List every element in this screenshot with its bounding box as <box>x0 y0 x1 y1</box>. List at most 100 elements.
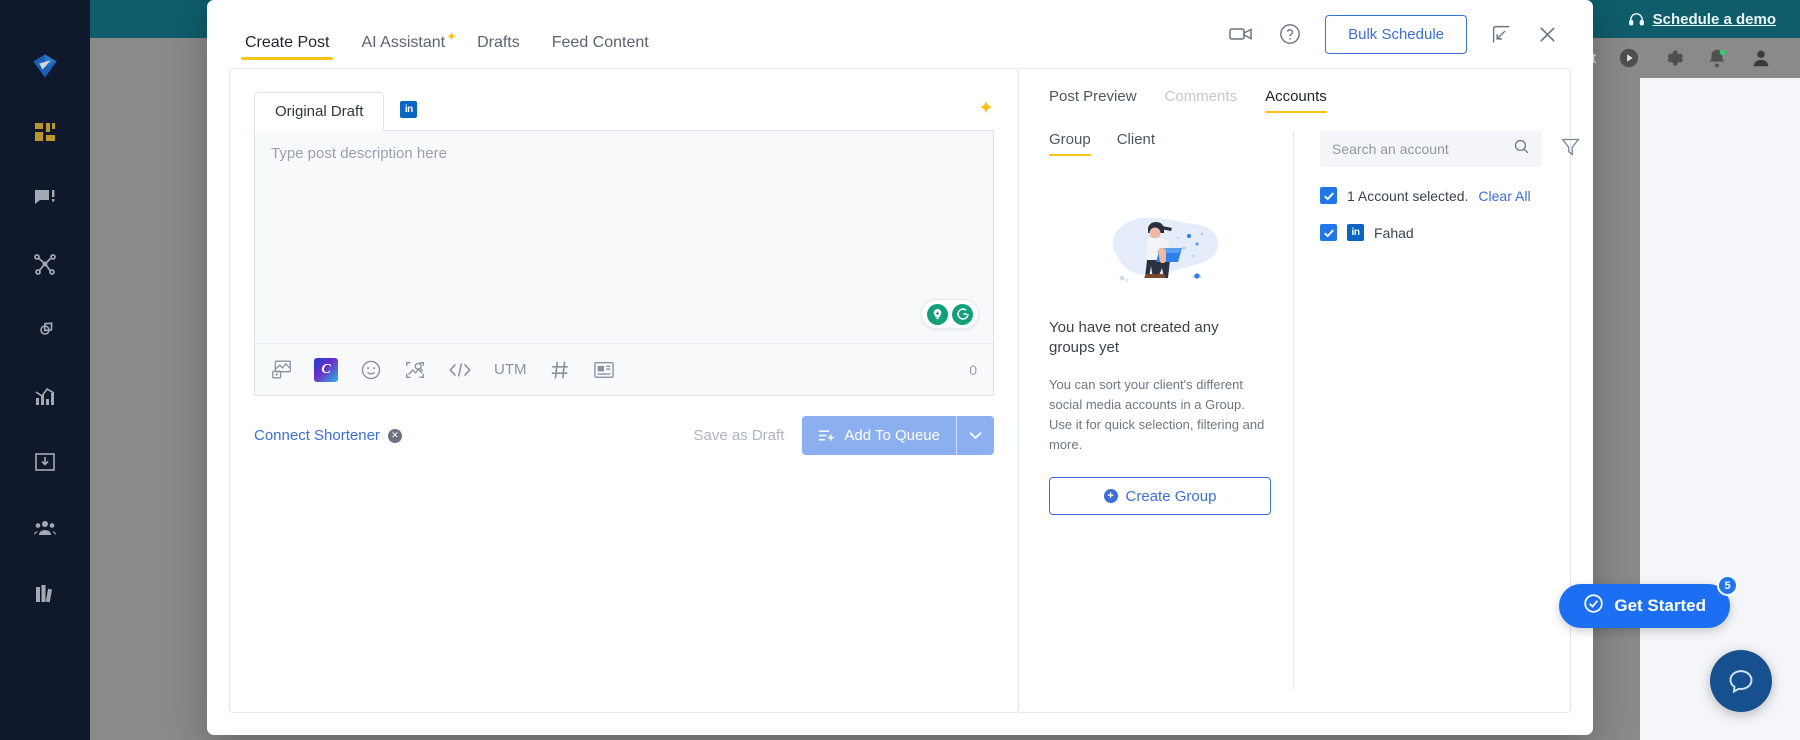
footer-actions: Save as Draft Add To Queue <box>693 416 994 455</box>
sidebar-item-publish[interactable] <box>27 246 63 282</box>
idea-bulb-icon[interactable] <box>927 303 948 325</box>
account-search-row <box>1320 131 1580 167</box>
sidebar-item-library[interactable] <box>27 576 63 612</box>
grammarly-icon[interactable] <box>952 303 973 325</box>
hashtag-icon[interactable] <box>549 359 571 381</box>
linkedin-icon: in <box>400 101 418 118</box>
video-camera-icon[interactable] <box>1229 24 1255 44</box>
bell-icon[interactable] <box>1706 47 1728 69</box>
tab-original-draft[interactable]: Original Draft <box>254 92 385 131</box>
canva-icon[interactable]: C <box>314 357 338 382</box>
sidebar-item-discovery[interactable] <box>27 312 63 348</box>
collapse-arrow-icon[interactable] <box>1491 24 1512 45</box>
play-circle-icon[interactable] <box>1618 47 1640 69</box>
tab-ai-assistant-label: AI Assistant <box>361 34 446 51</box>
queue-icon <box>819 430 835 441</box>
check-circle-icon <box>1583 593 1604 619</box>
chevron-down-icon[interactable] <box>956 416 994 455</box>
add-to-queue-label: Add To Queue <box>844 427 940 444</box>
empty-state-title: You have not created any groups yet <box>1049 319 1219 357</box>
search-icon[interactable] <box>1513 138 1530 160</box>
composer-pane: Original Draft in ✦ Type post descriptio… <box>229 68 1019 713</box>
code-icon[interactable] <box>448 360 472 380</box>
tab-feed-content[interactable]: Feed Content <box>536 34 665 68</box>
modal-header: Create Post AI Assistant ✦ Drafts Feed C… <box>207 0 1593 68</box>
sidebar-item-analytics[interactable] <box>27 378 63 414</box>
app-body-right-strip <box>1640 78 1800 740</box>
clear-all-link[interactable]: Clear All <box>1478 188 1530 204</box>
sidebar-item-dashboard[interactable] <box>27 114 63 150</box>
linkedin-icon: in <box>1347 224 1364 241</box>
tab-create-post-label: Create Post <box>245 34 330 51</box>
sidebar-item-inbox[interactable] <box>27 180 63 216</box>
editor-box: Type post description here C UTM 0 <box>254 131 994 396</box>
accounts-column: 1 Account selected. Clear All in Fahad <box>1294 131 1580 690</box>
tab-comments: Comments <box>1151 88 1252 113</box>
ai-sparkle-icon[interactable]: ✦ <box>978 97 994 130</box>
schedule-demo-link[interactable]: Schedule a demo <box>1628 11 1776 28</box>
image-search-icon[interactable] <box>404 359 426 381</box>
account-checkbox[interactable] <box>1320 224 1337 241</box>
save-as-draft-button[interactable]: Save as Draft <box>693 427 784 444</box>
add-to-queue-group: Add To Queue <box>802 416 994 455</box>
tab-ai-assistant[interactable]: AI Assistant ✦ <box>345 30 461 68</box>
list-item[interactable]: in Fahad <box>1320 224 1544 241</box>
composer-network-tab[interactable]: in <box>390 95 427 130</box>
sidebar-item-logo[interactable] <box>27 48 63 84</box>
modal-actions: Bulk Schedule <box>1229 14 1559 54</box>
character-count: 0 <box>969 361 977 378</box>
headset-icon <box>1628 12 1644 26</box>
help-circle-icon[interactable] <box>1279 23 1301 45</box>
account-name: Fahad <box>1374 224 1414 241</box>
connect-shortener-link[interactable]: Connect Shortener ✕ <box>254 427 402 444</box>
close-icon[interactable]: ✕ <box>387 428 402 443</box>
template-icon[interactable] <box>593 360 615 380</box>
sidebar-item-reports[interactable] <box>27 444 63 480</box>
modal-body: Original Draft in ✦ Type post descriptio… <box>207 68 1593 735</box>
gear-icon[interactable] <box>1662 47 1684 69</box>
emoji-icon[interactable] <box>360 359 382 381</box>
schedule-demo-label: Schedule a demo <box>1652 10 1776 28</box>
group-tab-bar: Group Client <box>1049 131 1271 156</box>
utm-icon[interactable]: UTM <box>494 361 527 378</box>
preview-tab-bar: Post Preview Comments Accounts <box>1049 69 1544 131</box>
tab-accounts[interactable]: Accounts <box>1251 88 1341 113</box>
create-group-button[interactable]: + Create Group <box>1049 477 1271 516</box>
accounts-layout: Group Client You have not created any gr… <box>1049 131 1580 690</box>
selected-count-label: 1 Account selected. <box>1347 187 1469 204</box>
bulk-schedule-button[interactable]: Bulk Schedule <box>1325 14 1467 54</box>
sidebar <box>0 0 90 740</box>
search-input-wrapper[interactable] <box>1320 131 1542 167</box>
tab-client-label: Client <box>1116 131 1156 148</box>
modal-tab-bar: Create Post AI Assistant ✦ Drafts Feed C… <box>229 0 665 68</box>
tab-group[interactable]: Group <box>1049 131 1103 156</box>
group-column: Group Client You have not created any gr… <box>1049 131 1294 690</box>
get-started-label: Get Started <box>1614 596 1706 615</box>
tab-create-post[interactable]: Create Post <box>229 34 345 68</box>
select-all-row: 1 Account selected. Clear All <box>1320 187 1544 204</box>
chat-bubble-icon[interactable] <box>1710 650 1772 712</box>
create-post-modal: Create Post AI Assistant ✦ Drafts Feed C… <box>207 0 1593 735</box>
user-icon[interactable] <box>1750 47 1772 69</box>
get-started-button[interactable]: Get Started 5 <box>1559 575 1738 628</box>
post-description-placeholder: Type post description here <box>271 145 447 162</box>
post-description-input[interactable]: Type post description here <box>255 131 993 343</box>
get-started-badge: 5 <box>1717 575 1738 596</box>
tab-original-draft-label: Original Draft <box>275 103 364 120</box>
tab-accounts-label: Accounts <box>1265 87 1327 105</box>
tab-feed-content-label: Feed Content <box>551 34 649 51</box>
filter-icon[interactable] <box>1560 136 1581 162</box>
close-icon[interactable] <box>1536 23 1559 46</box>
tab-client[interactable]: Client <box>1117 131 1167 156</box>
composer-footer: Connect Shortener ✕ Save as Draft Add To… <box>254 416 994 455</box>
composer-tab-row: Original Draft in ✦ <box>254 91 994 131</box>
search-input[interactable] <box>1332 141 1513 157</box>
connect-shortener-label: Connect Shortener <box>254 427 380 444</box>
tab-drafts[interactable]: Drafts <box>461 34 536 68</box>
sidebar-item-team[interactable] <box>27 510 63 546</box>
plus-icon: + <box>1103 489 1118 504</box>
select-all-checkbox[interactable] <box>1320 187 1337 204</box>
media-upload-icon[interactable] <box>271 359 292 380</box>
tab-post-preview[interactable]: Post Preview <box>1049 88 1151 113</box>
add-to-queue-button[interactable]: Add To Queue <box>802 416 956 455</box>
